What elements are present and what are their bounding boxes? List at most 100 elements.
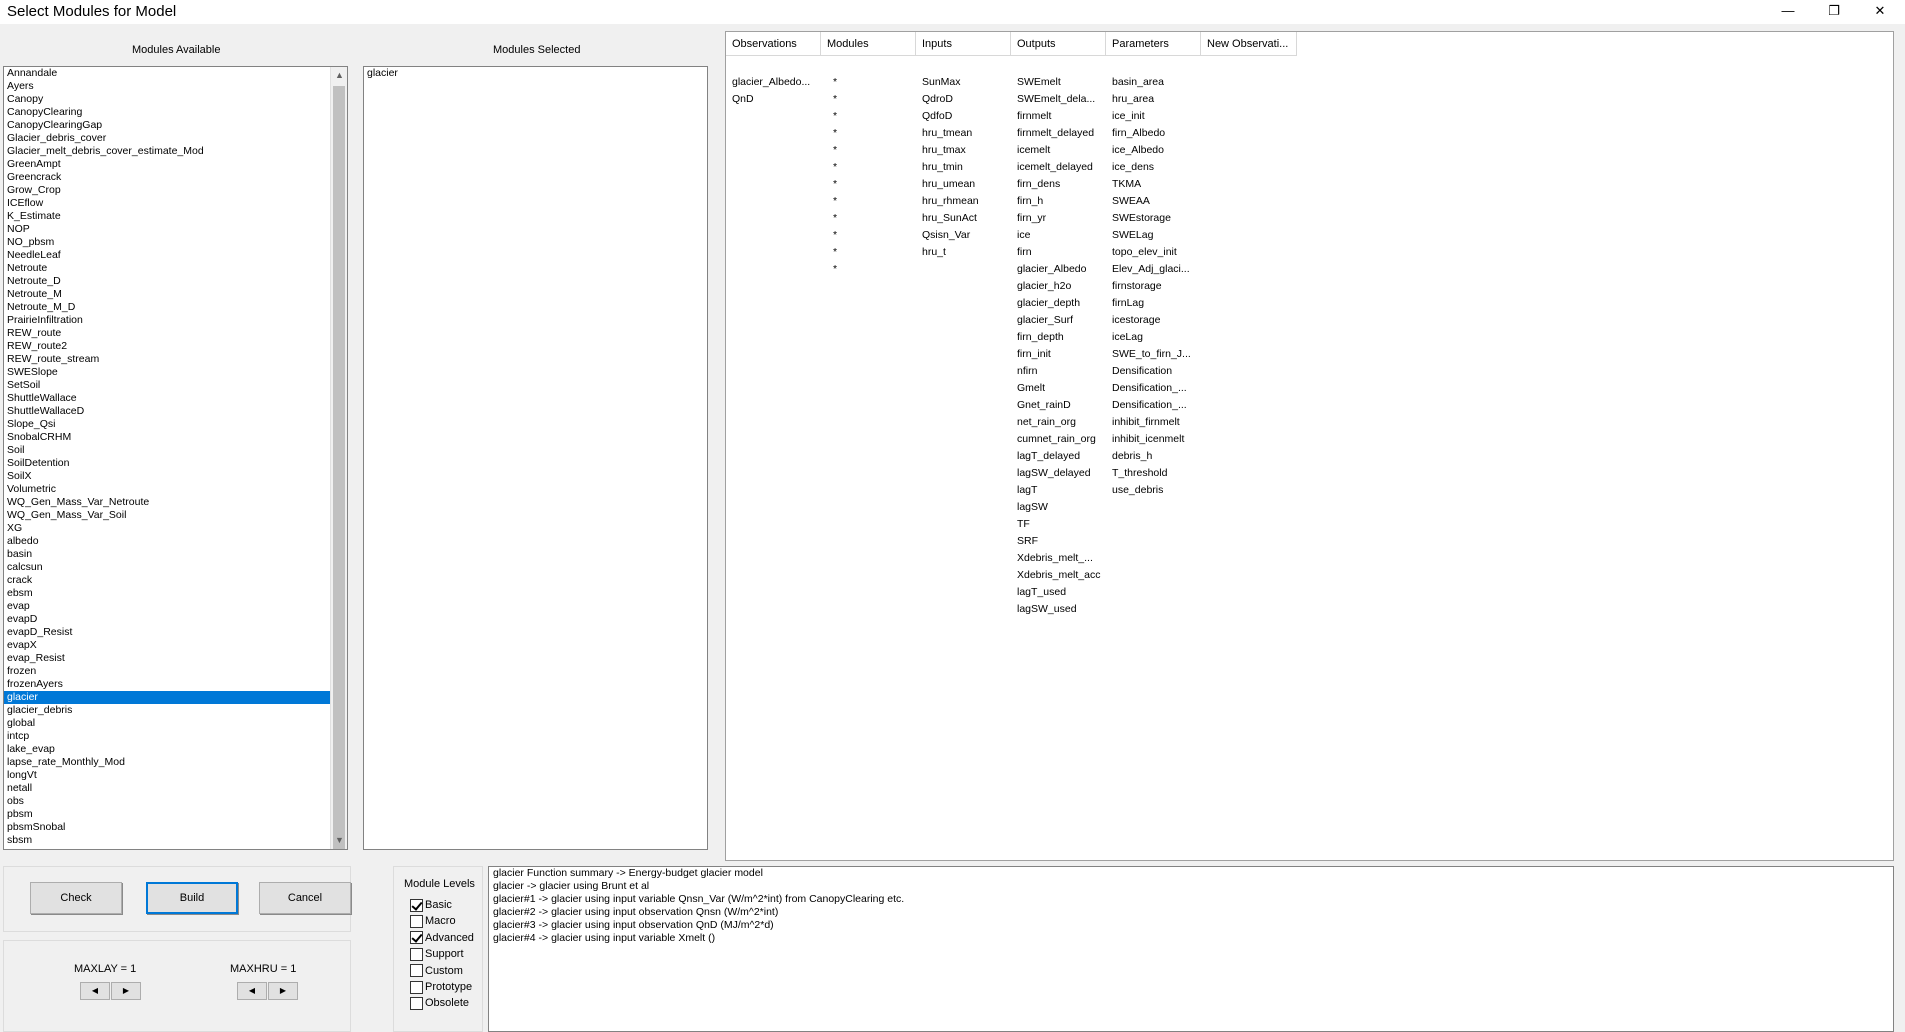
list-item[interactable]: frozenAyers (4, 678, 330, 691)
output-cell[interactable]: glacier_Albedo (1011, 261, 1106, 278)
cancel-button[interactable]: Cancel (259, 882, 351, 914)
parameter-cell[interactable]: use_debris (1106, 482, 1201, 499)
list-item[interactable]: ebsm (4, 587, 330, 600)
parameter-cell[interactable]: Elev_Adj_glaci... (1106, 261, 1201, 278)
list-item[interactable]: Grow_Crop (4, 184, 330, 197)
list-item[interactable]: pbsmSnobal (4, 821, 330, 834)
module-marker-cell[interactable]: * (821, 261, 916, 278)
output-cell[interactable]: firnmelt (1011, 108, 1106, 125)
list-item[interactable]: WQ_Gen_Mass_Var_Netroute (4, 496, 330, 509)
output-cell[interactable]: net_rain_org (1011, 414, 1106, 431)
output-cell[interactable]: lagT (1011, 482, 1106, 499)
module-marker-cell[interactable]: * (821, 74, 916, 91)
output-cell[interactable]: SWEmelt_dela... (1011, 91, 1106, 108)
list-item[interactable]: Netroute_M_D (4, 301, 330, 314)
output-cell[interactable]: Gnet_rainD (1011, 397, 1106, 414)
output-cell[interactable]: Gmelt (1011, 380, 1106, 397)
level-checkbox-custom[interactable]: Custom (410, 964, 463, 978)
list-item[interactable]: SnobalCRHM (4, 431, 330, 444)
parameter-cell[interactable]: topo_elev_init (1106, 244, 1201, 261)
maxlay-increase-button[interactable]: ▶ (111, 982, 141, 1000)
parameter-cell[interactable]: Densification_... (1106, 397, 1201, 414)
column-header-inputs[interactable]: Inputs (916, 32, 1011, 56)
output-cell[interactable]: Xdebris_melt_... (1011, 550, 1106, 567)
list-item[interactable]: Glacier_melt_debris_cover_estimate_Mod (4, 145, 330, 158)
check-button[interactable]: Check (30, 882, 122, 914)
parameter-cell[interactable]: ice_Albedo (1106, 142, 1201, 159)
list-item[interactable]: NeedleLeaf (4, 249, 330, 262)
output-cell[interactable]: icemelt (1011, 142, 1106, 159)
checkbox-unchecked-icon[interactable] (410, 947, 423, 961)
list-item[interactable]: sbsm (4, 834, 330, 847)
parameter-cell[interactable]: SWE_to_firn_J... (1106, 346, 1201, 363)
observation-cell[interactable]: glacier_Albedo... (726, 74, 821, 91)
output-cell[interactable]: glacier_h2o (1011, 278, 1106, 295)
input-cell[interactable]: hru_SunAct (916, 210, 1011, 227)
output-cell[interactable]: glacier_depth (1011, 295, 1106, 312)
level-checkbox-macro[interactable]: Macro (410, 914, 456, 928)
list-item-selected[interactable]: glacier (4, 691, 330, 704)
output-cell[interactable]: firn_dens (1011, 176, 1106, 193)
close-icon[interactable]: ✕ (1857, 0, 1903, 22)
parameter-cell[interactable]: basin_area (1106, 74, 1201, 91)
column-header-parameters[interactable]: Parameters (1106, 32, 1201, 56)
checkbox-unchecked-icon[interactable] (410, 980, 423, 994)
list-item[interactable]: XG (4, 522, 330, 535)
module-marker-cell[interactable]: * (821, 125, 916, 142)
list-item[interactable]: SoilDetention (4, 457, 330, 470)
output-cell[interactable]: lagSW_delayed (1011, 465, 1106, 482)
list-item[interactable]: frozen (4, 665, 330, 678)
list-item[interactable]: lake_evap (4, 743, 330, 756)
module-details-grid[interactable]: Observations Modules Inputs Outputs Para… (725, 31, 1894, 861)
list-item[interactable]: global (4, 717, 330, 730)
restore-icon[interactable]: ❐ (1811, 0, 1857, 22)
checkbox-unchecked-icon[interactable] (410, 964, 423, 978)
list-item[interactable]: albedo (4, 535, 330, 548)
list-item[interactable]: ShuttleWallace (4, 392, 330, 405)
checkbox-unchecked-icon[interactable] (410, 996, 423, 1010)
module-marker-cell[interactable]: * (821, 91, 916, 108)
vertical-scrollbar[interactable]: ▲ ▼ (330, 67, 347, 849)
input-cell[interactable]: hru_tmean (916, 125, 1011, 142)
input-cell[interactable]: hru_rhmean (916, 193, 1011, 210)
output-cell[interactable]: ice (1011, 227, 1106, 244)
output-cell[interactable]: firn_depth (1011, 329, 1106, 346)
module-marker-cell[interactable]: * (821, 159, 916, 176)
list-item[interactable]: evap_Resist (4, 652, 330, 665)
output-cell[interactable]: firn (1011, 244, 1106, 261)
column-header-observations[interactable]: Observations (726, 32, 821, 56)
checkbox-checked-icon[interactable] (410, 931, 423, 945)
parameter-cell[interactable]: firnLag (1106, 295, 1201, 312)
list-item[interactable]: ShuttleWallaceD (4, 405, 330, 418)
list-item[interactable]: SWESlope (4, 366, 330, 379)
level-checkbox-prototype[interactable]: Prototype (410, 980, 472, 994)
module-marker-cell[interactable]: * (821, 108, 916, 125)
parameter-cell[interactable]: TKMA (1106, 176, 1201, 193)
list-item[interactable]: Ayers (4, 80, 330, 93)
list-item[interactable]: calcsun (4, 561, 330, 574)
list-item[interactable]: CanopyClearingGap (4, 119, 330, 132)
scroll-up-icon[interactable]: ▲ (331, 67, 347, 84)
list-item[interactable]: longVt (4, 769, 330, 782)
minimize-icon[interactable]: — (1765, 0, 1811, 22)
list-item[interactable]: Greencrack (4, 171, 330, 184)
level-checkbox-basic[interactable]: Basic (410, 898, 452, 912)
list-item[interactable]: NO_pbsm (4, 236, 330, 249)
list-item[interactable]: ICEflow (4, 197, 330, 210)
output-cell[interactable]: firn_yr (1011, 210, 1106, 227)
module-marker-cell[interactable]: * (821, 210, 916, 227)
output-cell[interactable]: SRF (1011, 533, 1106, 550)
list-item[interactable]: evapD (4, 613, 330, 626)
list-item[interactable]: obs (4, 795, 330, 808)
column-header-modules[interactable]: Modules (821, 32, 916, 56)
maxlay-decrease-button[interactable]: ◀ (80, 982, 110, 1000)
level-checkbox-support[interactable]: Support (410, 947, 464, 961)
module-info-panel[interactable]: glacier Function summary -> Energy-budge… (488, 866, 1894, 1032)
module-marker-cell[interactable]: * (821, 142, 916, 159)
module-marker-cell[interactable]: * (821, 176, 916, 193)
modules-available-list[interactable]: Annandale Ayers Canopy CanopyClearing Canopy… (3, 66, 348, 850)
parameter-cell[interactable]: hru_area (1106, 91, 1201, 108)
list-item[interactable]: Annandale (4, 67, 330, 80)
output-cell[interactable]: lagSW_used (1011, 601, 1106, 618)
list-item[interactable]: REW_route (4, 327, 330, 340)
